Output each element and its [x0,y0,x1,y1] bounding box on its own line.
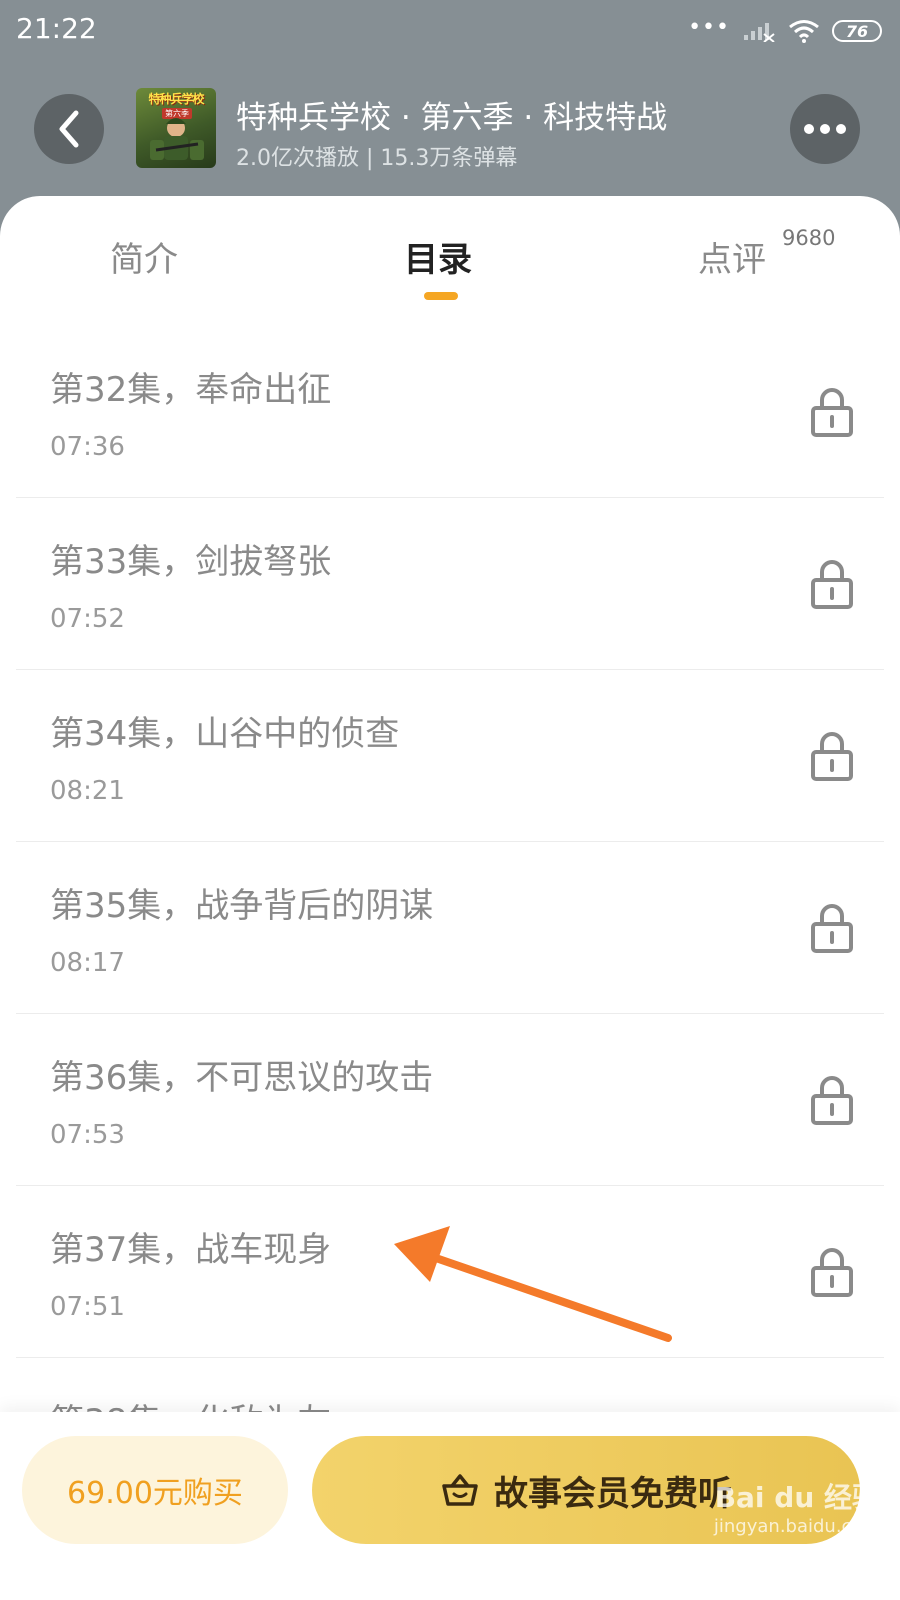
lock-icon [811,732,853,781]
wifi-icon [789,20,819,43]
buy-button[interactable]: 69.00元购买 [22,1436,288,1544]
episode-duration: 07:51 [50,1292,125,1322]
notification-dots-icon: ••• [688,15,730,40]
app-screen: 21:22 ••• 76 特种兵学校 第六季 特种兵学校 · 第六季 · 科技特… [0,0,900,1600]
watermark-url: jingyan.baidu.com [713,1516,880,1537]
album-stats: 2.0亿次播放 | 15.3万条弹幕 [236,146,518,171]
episode-title: 第35集，战争背后的阴谋 [50,886,434,926]
cellular-signal-icon [744,23,775,42]
lock-icon [811,388,853,437]
episode-duration: 08:21 [50,776,125,806]
episode-duration: 08:17 [50,948,125,978]
episode-item[interactable]: 第32集，奉命出征 07:36 [16,326,884,498]
episode-title: 第33集，剑拔弩张 [50,542,332,582]
baidu-watermark: Bai du 经验 jingyan.baidu.com [714,1476,880,1537]
tab-bar: 简介 目录 点评 9680 [0,196,900,316]
lock-icon [811,560,853,609]
tab-catalog[interactable]: 目录 [404,232,472,281]
crown-basket-icon [442,1474,478,1506]
episode-title: 第37集，战车现身 [50,1230,332,1270]
album-header: 特种兵学校 第六季 特种兵学校 · 第六季 · 科技特战 2.0亿次播放 | 1… [0,64,900,204]
episode-title: 第34集，山谷中的侦查 [50,714,400,754]
episode-list: 第32集，奉命出征 07:36 第33集，剑拔弩张 07:52 第34集，山谷中… [0,326,900,1530]
episode-duration: 07:36 [50,432,125,462]
episode-item[interactable]: 第33集，剑拔弩张 07:52 [16,498,884,670]
episode-item[interactable]: 第36集，不可思议的攻击 07:53 [16,1014,884,1186]
episode-item[interactable]: 第35集，战争背后的阴谋 08:17 [16,842,884,1014]
soldier-illustration [150,118,204,160]
content-panel: 简介 目录 点评 9680 第32集，奉命出征 07:36 第33集，剑拔弩张 … [0,196,900,1600]
episode-duration: 07:53 [50,1120,125,1150]
episode-title: 第36集，不可思议的攻击 [50,1058,434,1098]
chevron-left-icon [59,110,79,148]
lock-icon [811,904,853,953]
review-count-badge: 9680 [782,226,836,250]
vip-button-label: 故事会员免费听 [494,1473,732,1514]
back-button[interactable] [34,94,104,164]
watermark-logo-text: Bai du 经验 [714,1481,880,1514]
album-title: 特种兵学校 · 第六季 · 科技特战 [236,100,668,136]
active-tab-indicator [424,292,458,300]
tab-review[interactable]: 点评 [698,232,766,281]
status-bar: 21:22 ••• 76 [0,0,900,64]
more-dots-icon [804,124,846,134]
album-cover[interactable]: 特种兵学校 第六季 [136,88,216,168]
episode-duration: 07:52 [50,604,125,634]
episode-item[interactable]: 第37集，战车现身 07:51 [16,1186,884,1358]
lock-icon [811,1248,853,1297]
more-button[interactable] [790,94,860,164]
status-icons: ••• 76 [688,14,882,48]
tab-intro[interactable]: 简介 [110,232,178,281]
status-time: 21:22 [16,12,97,45]
episode-item[interactable]: 第34集，山谷中的侦查 08:21 [16,670,884,842]
lock-icon [811,1076,853,1125]
episode-title: 第32集，奉命出征 [50,370,332,410]
purchase-bar: 69.00元购买 故事会员免费听 Bai du 经验 jingyan.baidu… [0,1412,900,1600]
battery-icon: 76 [832,20,882,42]
